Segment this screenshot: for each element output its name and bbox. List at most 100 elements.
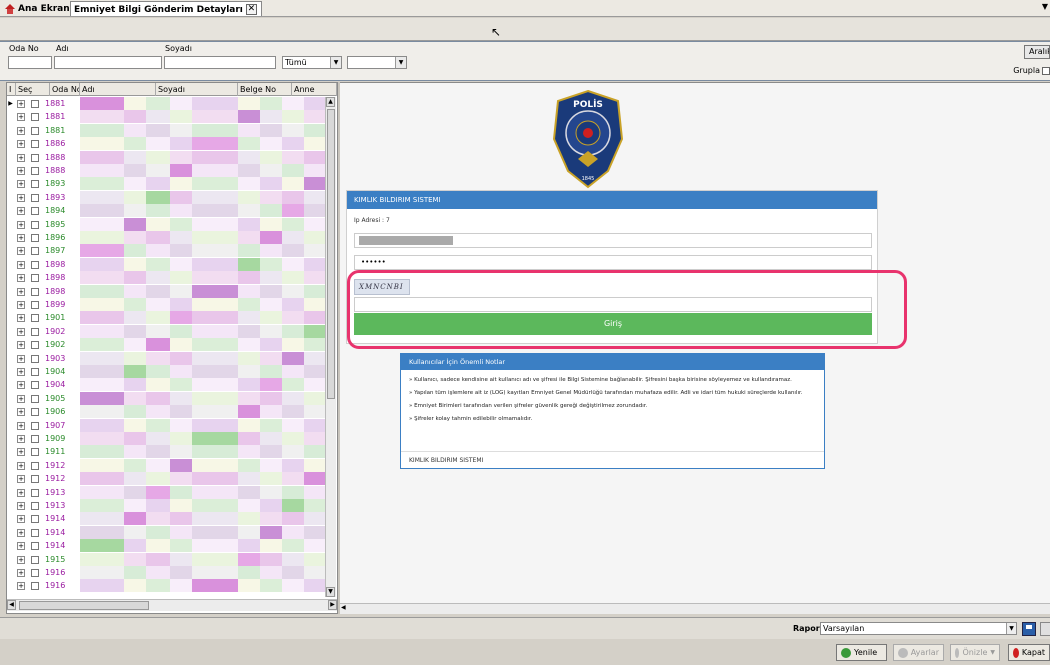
table-row[interactable]: +1881 — [7, 110, 325, 124]
table-row[interactable]: +1898 — [7, 257, 325, 271]
row-selector[interactable] — [7, 285, 14, 298]
expand-icon[interactable]: + — [17, 287, 25, 296]
scroll-right-icon[interactable]: ▶ — [328, 600, 337, 610]
table-row[interactable]: +1886 — [7, 137, 325, 151]
table-row[interactable]: +1906 — [7, 405, 325, 419]
row-selector[interactable] — [7, 405, 14, 418]
table-row[interactable]: +1909 — [7, 432, 325, 445]
row-selector[interactable] — [7, 445, 14, 458]
column-header-soyadi[interactable]: Soyadı — [156, 83, 238, 96]
web-horizontal-scrollbar[interactable]: ◀ — [340, 603, 1050, 614]
row-checkbox[interactable] — [31, 488, 39, 497]
row-selector[interactable] — [7, 553, 14, 566]
expand-icon[interactable]: + — [17, 542, 25, 551]
table-row[interactable]: +1913 — [7, 499, 325, 512]
adi-input[interactable] — [54, 56, 162, 69]
row-selector[interactable] — [7, 539, 14, 552]
table-row[interactable]: +1905 — [7, 391, 325, 405]
expand-icon[interactable]: + — [17, 381, 25, 390]
row-selector[interactable] — [7, 378, 14, 391]
expand-icon[interactable]: + — [17, 247, 25, 256]
range-button[interactable]: Aralık — [1024, 45, 1050, 59]
chevron-down-icon[interactable]: ▼ — [1042, 2, 1048, 11]
table-row[interactable]: +1904 — [7, 365, 325, 378]
scroll-up-icon[interactable]: ▲ — [326, 97, 335, 107]
table-row[interactable]: +1913 — [7, 485, 325, 499]
row-checkbox[interactable] — [31, 408, 39, 417]
row-selector[interactable] — [7, 566, 14, 579]
row-selector[interactable] — [7, 392, 14, 405]
table-row[interactable]: +1911 — [7, 445, 325, 459]
expand-icon[interactable]: + — [17, 180, 25, 189]
preview-button[interactable]: Önizle ▼ — [950, 644, 1000, 661]
expand-icon[interactable]: + — [17, 113, 25, 122]
expand-icon[interactable]: + — [17, 582, 25, 591]
row-checkbox[interactable] — [31, 381, 39, 390]
row-selector[interactable] — [7, 486, 14, 499]
row-checkbox[interactable] — [31, 113, 39, 122]
report-options-button[interactable] — [1040, 622, 1050, 636]
row-selector[interactable] — [7, 526, 14, 539]
password-field[interactable]: •••••• — [354, 255, 872, 270]
column-header-oda-no[interactable]: Oda No — [50, 83, 80, 96]
row-checkbox[interactable] — [31, 167, 39, 175]
row-selector[interactable] — [7, 204, 14, 217]
expand-icon[interactable]: + — [17, 461, 25, 470]
row-selector[interactable] — [7, 352, 14, 365]
table-row[interactable]: +1916 — [7, 579, 325, 593]
row-checkbox[interactable] — [31, 555, 39, 564]
row-checkbox[interactable] — [31, 140, 39, 149]
row-checkbox[interactable] — [31, 126, 39, 135]
column-header-adi[interactable]: Adı — [80, 83, 156, 96]
expand-icon[interactable]: + — [17, 140, 25, 149]
report-select[interactable]: Varsayılan ▼ — [820, 622, 1017, 635]
row-checkbox[interactable] — [31, 475, 39, 484]
row-selector[interactable] — [7, 271, 14, 284]
table-row[interactable]: +1914 — [7, 525, 325, 539]
table-row[interactable]: +1898 — [7, 284, 325, 298]
table-row[interactable]: +1897 — [7, 244, 325, 258]
expand-icon[interactable]: + — [17, 368, 25, 376]
row-selector[interactable] — [7, 137, 14, 150]
row-selector[interactable] — [7, 311, 14, 324]
row-selector[interactable] — [7, 258, 14, 271]
expand-icon[interactable]: + — [17, 314, 25, 323]
grid-vertical-scrollbar[interactable]: ▲ ▼ — [325, 97, 336, 597]
expand-icon[interactable]: + — [17, 555, 25, 564]
row-pointer-icon[interactable]: ▶ — [7, 97, 14, 110]
group-toggle[interactable]: Grupla — [1013, 66, 1050, 75]
row-selector[interactable] — [7, 579, 14, 592]
expand-icon[interactable]: + — [17, 234, 25, 242]
save-icon[interactable] — [1022, 622, 1036, 636]
row-checkbox[interactable] — [31, 220, 39, 229]
row-checkbox[interactable] — [31, 569, 39, 577]
row-checkbox[interactable] — [31, 301, 39, 309]
table-row[interactable]: +1899 — [7, 298, 325, 311]
expand-icon[interactable]: + — [17, 394, 25, 403]
username-field[interactable] — [354, 233, 872, 248]
row-checkbox[interactable] — [31, 327, 39, 336]
table-row[interactable]: +1888 — [7, 150, 325, 164]
tab-ana-ekran[interactable]: Ana Ekran — [2, 1, 74, 16]
table-row[interactable]: +1893 — [7, 177, 325, 191]
expand-icon[interactable]: + — [17, 167, 25, 175]
row-selector[interactable] — [7, 110, 14, 123]
expand-icon[interactable]: + — [17, 126, 25, 135]
expand-icon[interactable]: + — [17, 153, 25, 162]
row-checkbox[interactable] — [31, 368, 39, 376]
expand-icon[interactable]: + — [17, 502, 25, 510]
table-row[interactable]: +1912 — [7, 458, 325, 472]
row-checkbox[interactable] — [31, 153, 39, 162]
scroll-left-icon[interactable]: ◀ — [7, 600, 16, 610]
tab-emniyet-bilgi[interactable]: Emniyet Bilgi Gönderim Detayları ✕ — [70, 1, 262, 16]
row-selector[interactable] — [7, 472, 14, 485]
row-selector[interactable] — [7, 365, 14, 378]
expand-icon[interactable]: + — [17, 274, 25, 283]
secondary-select[interactable]: ▼ — [347, 56, 407, 69]
soyadi-input[interactable] — [164, 56, 276, 69]
table-row[interactable]: +1915 — [7, 552, 325, 566]
row-checkbox[interactable] — [31, 421, 39, 430]
table-row[interactable]: +1902 — [7, 324, 325, 338]
expand-icon[interactable]: + — [17, 448, 25, 457]
expand-icon[interactable]: + — [17, 207, 25, 216]
